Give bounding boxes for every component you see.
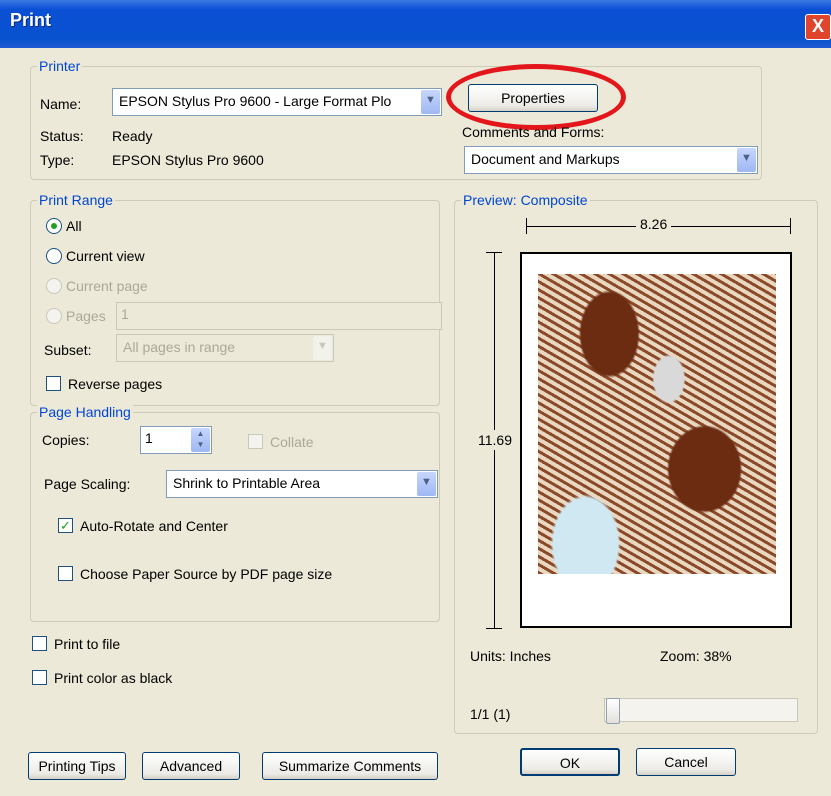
collate-label[interactable]: Collate	[270, 434, 314, 450]
map-thumbnail	[538, 274, 776, 574]
status-value: Ready	[112, 128, 153, 144]
radio-current-page[interactable]	[46, 278, 62, 294]
choose-paper-label[interactable]: Choose Paper Source by PDF page size	[80, 566, 332, 582]
radio-current-page-label[interactable]: Current page	[66, 278, 148, 294]
choose-paper-checkbox[interactable]	[58, 566, 73, 581]
subset-select[interactable]: All pages in range ▼	[116, 334, 334, 362]
width-dimension-tick-right	[790, 218, 791, 234]
page-handling-group: Page Handling	[30, 404, 440, 622]
summarize-comments-button[interactable]: Summarize Comments	[262, 752, 438, 780]
pages-input[interactable]: 1	[116, 302, 442, 330]
printer-name-value: EPSON Stylus Pro 9600 - Large Format Plo	[119, 93, 392, 109]
page-indicator: 1/1 (1)	[470, 706, 511, 722]
preview-page	[520, 252, 792, 628]
reverse-pages-label[interactable]: Reverse pages	[68, 376, 162, 392]
print-dialog: Print X Printer Name: EPSON Stylus Pro 9…	[0, 0, 831, 796]
page-scaling-select[interactable]: Shrink to Printable Area ▼	[166, 470, 438, 498]
comments-forms-label: Comments and Forms:	[462, 124, 605, 140]
page-scaling-value: Shrink to Printable Area	[173, 475, 321, 491]
collate-checkbox[interactable]	[248, 434, 263, 449]
preview-label: Preview: Composite	[461, 192, 590, 208]
zoom-label: Zoom: 38%	[660, 648, 732, 664]
ok-button[interactable]: OK	[520, 748, 620, 776]
width-dimension-tick-left	[526, 218, 527, 234]
print-range-label: Print Range	[37, 192, 115, 208]
print-to-file-label[interactable]: Print to file	[54, 636, 120, 652]
subset-value: All pages in range	[123, 339, 236, 355]
chevron-down-icon: ▼	[313, 336, 332, 360]
subset-label: Subset:	[44, 342, 92, 358]
copies-stepper[interactable]: 1 ▲ ▼	[140, 426, 212, 454]
chevron-down-icon: ▼	[737, 148, 756, 172]
name-label: Name:	[40, 96, 82, 112]
height-dimension-tick-bottom	[486, 628, 502, 629]
height-value: 11.69	[476, 430, 514, 450]
height-dimension-tick-top	[486, 252, 502, 253]
page-slider-track[interactable]	[604, 698, 798, 722]
printer-name-select[interactable]: EPSON Stylus Pro 9600 - Large Format Plo…	[112, 88, 442, 116]
cancel-button[interactable]: Cancel	[636, 748, 736, 776]
chevron-down-icon: ▼	[421, 90, 440, 114]
close-icon[interactable]: X	[805, 14, 831, 40]
advanced-button[interactable]: Advanced	[142, 752, 240, 780]
reverse-pages-checkbox[interactable]	[46, 376, 61, 391]
print-color-black-label[interactable]: Print color as black	[54, 670, 172, 686]
page-scaling-label: Page Scaling:	[44, 476, 131, 492]
print-color-black-checkbox[interactable]	[32, 670, 47, 685]
window-title: Print	[10, 10, 52, 30]
radio-all[interactable]	[46, 218, 62, 234]
radio-pages[interactable]	[46, 308, 62, 324]
title-bar[interactable]: Print X	[0, 0, 831, 48]
highlight-ellipse	[446, 64, 626, 130]
radio-current-view-label[interactable]: Current view	[66, 248, 145, 264]
type-value: EPSON Stylus Pro 9600	[112, 152, 264, 168]
printer-group-label: Printer	[37, 58, 83, 74]
radio-pages-label[interactable]: Pages	[66, 308, 106, 324]
auto-rotate-checkbox[interactable]: ✓	[58, 518, 73, 533]
radio-current-view[interactable]	[46, 248, 62, 264]
page-handling-label: Page Handling	[37, 404, 133, 420]
page-slider-thumb[interactable]	[606, 698, 620, 724]
status-label: Status:	[40, 128, 84, 144]
auto-rotate-label[interactable]: Auto-Rotate and Center	[80, 518, 228, 534]
radio-all-label[interactable]: All	[66, 218, 82, 234]
printing-tips-button[interactable]: Printing Tips	[28, 752, 126, 780]
type-label: Type:	[40, 152, 75, 168]
print-to-file-checkbox[interactable]	[32, 636, 47, 651]
copies-value: 1	[145, 430, 153, 446]
width-value: 8.26	[636, 216, 672, 232]
copies-label: Copies:	[42, 432, 90, 448]
units-label: Units: Inches	[470, 648, 551, 664]
spin-arrows-icon[interactable]: ▲ ▼	[191, 428, 210, 452]
comments-forms-value: Document and Markups	[471, 151, 620, 167]
comments-forms-select[interactable]: Document and Markups ▼	[464, 146, 758, 174]
chevron-down-icon: ▼	[417, 472, 436, 496]
